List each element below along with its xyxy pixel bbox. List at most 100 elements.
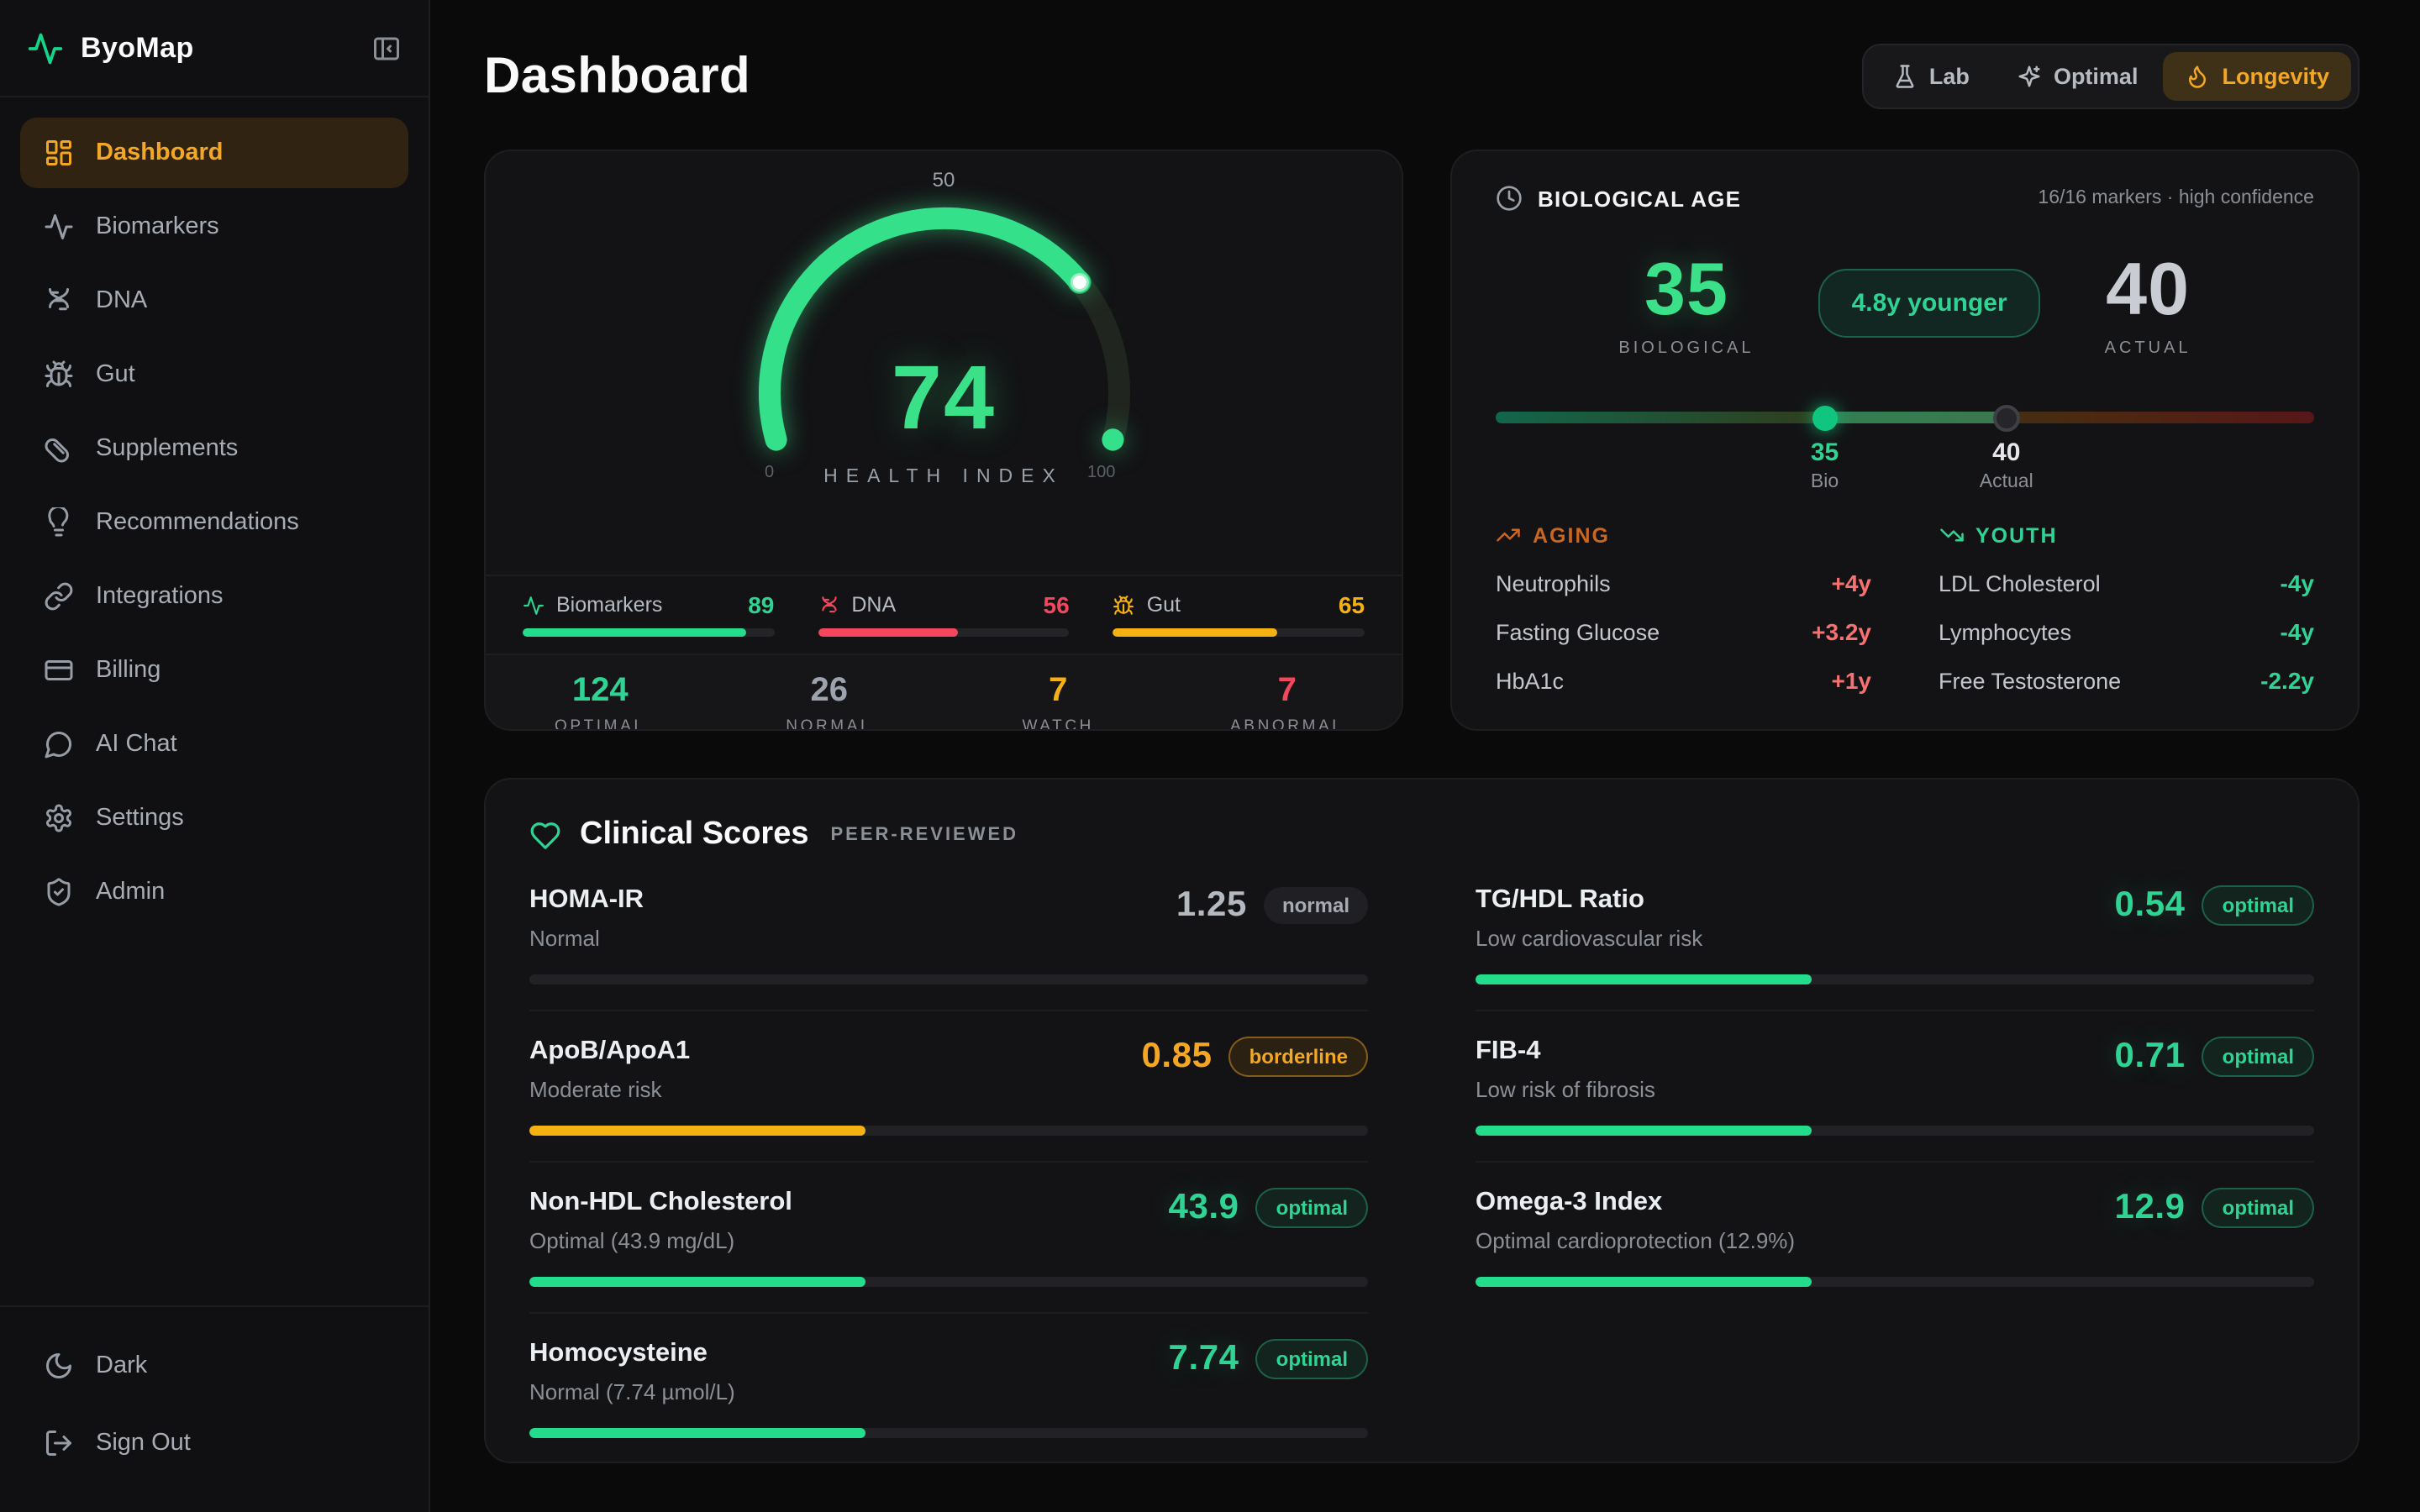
sidebar-nav: Dashboard Biomarkers DNA Gut Supplements… <box>0 97 429 927</box>
sidebar-footer: Dark Sign Out <box>0 1305 429 1512</box>
score-row-omega3: Omega-3 Index Optimal cardioprotection (… <box>1476 1163 2314 1312</box>
score-subtitle: Low risk of fibrosis <box>1476 1077 1655 1102</box>
marker-label: HbA1c <box>1496 668 1564 693</box>
marker-value: -4y <box>2281 570 2314 596</box>
sign-out-label: Sign Out <box>96 1430 191 1457</box>
score-value: 7.74 <box>1169 1339 1239 1379</box>
count-watch: 7 WATCH <box>944 671 1173 731</box>
health-index-gauge: 50 0 100 74 HEALTH INDEX <box>486 151 1402 575</box>
score-name: ApoB/ApoA1 <box>529 1037 690 1067</box>
sign-out-button[interactable]: Sign Out <box>20 1408 408 1478</box>
segment-label: DNA <box>851 593 896 617</box>
segment-bar <box>818 628 959 636</box>
gauge-tick-50: 50 <box>486 168 1402 192</box>
sidebar-item-label: Recommendations <box>96 509 299 536</box>
health-index-value: 74 <box>486 346 1402 450</box>
sidebar-item-label: AI Chat <box>96 731 177 758</box>
biological-age-value-block: 35 BIOLOGICAL <box>1618 249 1754 358</box>
score-value: 0.54 <box>2115 885 2186 926</box>
log-out-icon <box>44 1428 74 1458</box>
segment-value: 56 <box>1044 591 1070 618</box>
sidebar-item-dna[interactable]: DNA <box>20 265 408 336</box>
actual-tick-label: Actual <box>1980 472 2033 492</box>
sidebar-item-billing[interactable]: Billing <box>20 635 408 706</box>
sidebar-item-label: DNA <box>96 287 147 314</box>
mode-longevity[interactable]: Longevity <box>2163 52 2351 101</box>
lightbulb-icon <box>44 507 74 538</box>
marker-label: Lymphocytes <box>1939 619 2071 644</box>
theme-toggle[interactable]: Dark <box>20 1331 408 1401</box>
score-bar <box>529 1126 865 1136</box>
sparkles-icon <box>2017 64 2042 89</box>
shield-check-icon <box>44 877 74 907</box>
count-label: WATCH <box>944 717 1173 731</box>
score-subtitle: Normal (7.74 µmol/L) <box>529 1379 735 1404</box>
sidebar-item-dashboard[interactable]: Dashboard <box>20 118 408 188</box>
age-slider: 35 Bio 40 Actual <box>1496 412 2314 509</box>
marker-value: +1y <box>1832 667 1872 694</box>
count-value: 26 <box>715 671 944 710</box>
segment-gut: Gut 65 <box>1113 591 1365 636</box>
sidebar-item-settings[interactable]: Settings <box>20 783 408 853</box>
clinical-right-column: TG/HDL Ratio Low cardiovascular risk 0.5… <box>1476 860 2314 1463</box>
theme-label: Dark <box>96 1352 147 1379</box>
sidebar-item-gut[interactable]: Gut <box>20 339 408 410</box>
sidebar-item-recommendations[interactable]: Recommendations <box>20 487 408 558</box>
moon-icon <box>44 1351 74 1381</box>
youth-title: YOUTH <box>1975 523 2058 547</box>
status-badge: optimal <box>1256 1339 1368 1379</box>
segment-value: 89 <box>748 591 774 618</box>
score-value: 1.25 <box>1176 885 1247 926</box>
aging-row: Neutrophils +4y <box>1496 570 1871 596</box>
mode-lab[interactable]: Lab <box>1870 52 1991 101</box>
mode-optimal[interactable]: Optimal <box>1995 52 2160 101</box>
sidebar-item-label: Billing <box>96 657 160 684</box>
sidebar-item-admin[interactable]: Admin <box>20 857 408 927</box>
sidebar-collapse-icon[interactable] <box>371 33 402 63</box>
actual-tick-value: 40 <box>1980 438 2033 467</box>
link-icon <box>44 581 74 612</box>
sidebar-item-label: Dashboard <box>96 139 224 166</box>
mode-label: Longevity <box>2222 64 2329 89</box>
count-label: NORMAL <box>715 717 944 731</box>
aging-title: AGING <box>1533 523 1610 547</box>
bio-age-handle[interactable] <box>1812 405 1838 430</box>
aging-row: Fasting Glucose +3.2y <box>1496 618 1871 645</box>
sidebar-item-biomarkers[interactable]: Biomarkers <box>20 192 408 262</box>
score-name: FIB-4 <box>1476 1037 1655 1067</box>
health-index-breakdown: Biomarkers 89 DNA 56 <box>486 575 1402 653</box>
status-badge: optimal <box>2202 885 2314 926</box>
marker-label: Fasting Glucose <box>1496 619 1660 644</box>
actual-age-handle[interactable] <box>1993 404 2020 431</box>
score-value: 0.71 <box>2115 1037 2186 1077</box>
marker-value: -4y <box>2281 618 2314 645</box>
segment-value: 65 <box>1339 591 1365 618</box>
score-value: 0.85 <box>1141 1037 1212 1077</box>
score-row-homocysteine: Homocysteine Normal (7.74 µmol/L) 7.74 o… <box>529 1314 1368 1463</box>
sidebar-item-integrations[interactable]: Integrations <box>20 561 408 632</box>
marker-value: +3.2y <box>1812 618 1871 645</box>
age-delta-badge: 4.8y younger <box>1818 269 2041 338</box>
score-subtitle: Normal <box>529 926 644 951</box>
pill-icon <box>44 433 74 464</box>
peer-reviewed-tag: PEER-REVIEWED <box>830 825 1018 845</box>
score-subtitle: Low cardiovascular risk <box>1476 926 1702 951</box>
bio-age-confidence: 16/16 markers · high confidence <box>2038 188 2314 208</box>
segment-label: Biomarkers <box>556 593 662 617</box>
youth-column: YOUTH LDL Cholesterol -4y Lymphocytes -4… <box>1939 522 2314 694</box>
count-value: 124 <box>486 671 715 710</box>
sidebar: ByoMap Dashboard Biomarkers DNA Gut <box>0 0 430 1512</box>
gear-icon <box>44 803 74 833</box>
count-value: 7 <box>944 671 1173 710</box>
sidebar-item-ai-chat[interactable]: AI Chat <box>20 709 408 780</box>
sidebar-item-supplements[interactable]: Supplements <box>20 413 408 484</box>
aging-column: AGING Neutrophils +4y Fasting Glucose +3… <box>1496 522 1871 694</box>
mode-switcher: Lab Optimal Longevity <box>1862 44 2360 109</box>
status-badge: optimal <box>1256 1188 1368 1228</box>
bio-tick-value: 35 <box>1811 438 1839 467</box>
bug-icon <box>1113 594 1135 616</box>
chat-bubble-icon <box>44 729 74 759</box>
marker-value: +4y <box>1832 570 1872 596</box>
actual-age-tick: 40 Actual <box>1980 438 2033 492</box>
score-name: TG/HDL Ratio <box>1476 885 1702 916</box>
